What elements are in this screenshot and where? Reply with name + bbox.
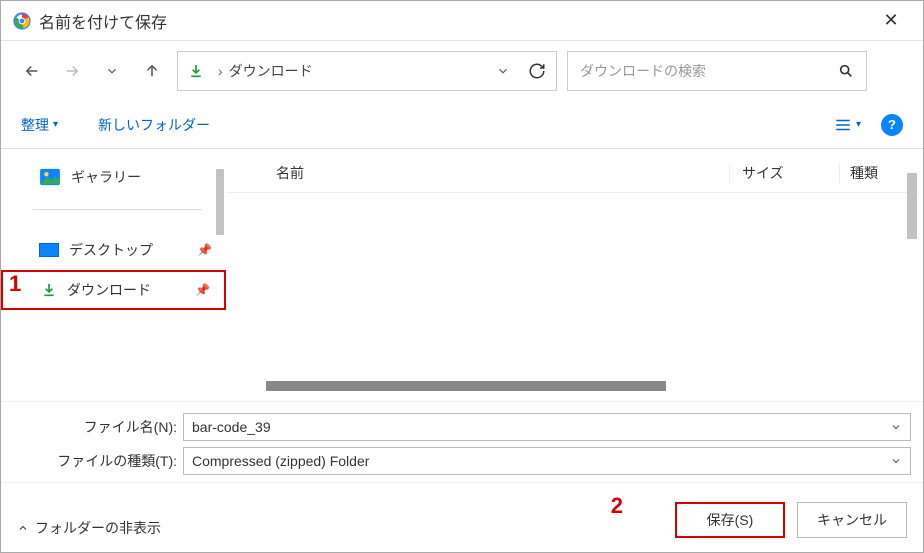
form-area: ファイル名(N): bar-code_39 ファイルの種類(T): Compre… bbox=[1, 401, 923, 482]
sidebar-item-label: ダウンロード bbox=[67, 280, 151, 300]
sidebar-divider bbox=[33, 209, 202, 210]
gallery-icon bbox=[39, 168, 61, 186]
sidebar: ギャラリー 1 デスクトップ 📌 ダウンロード 📌 bbox=[1, 149, 226, 401]
breadcrumb-separator: › bbox=[218, 63, 223, 79]
filename-value: bar-code_39 bbox=[192, 419, 890, 435]
main-area: ギャラリー 1 デスクトップ 📌 ダウンロード 📌 名前 サイズ 種類 bbox=[1, 149, 923, 401]
filetype-value: Compressed (zipped) Folder bbox=[192, 453, 890, 469]
column-headers: 名前 サイズ 種類 bbox=[226, 153, 919, 193]
up-button[interactable] bbox=[137, 56, 167, 86]
view-button[interactable]: ▾ bbox=[834, 118, 861, 132]
col-size[interactable]: サイズ bbox=[729, 163, 839, 183]
chevron-down-icon[interactable] bbox=[496, 64, 510, 78]
chrome-icon bbox=[13, 12, 31, 30]
download-icon bbox=[188, 63, 204, 79]
filetype-field[interactable]: Compressed (zipped) Folder bbox=[183, 447, 911, 475]
nav-row: › ダウンロード ダウンロードの検索 bbox=[1, 41, 923, 101]
window-title: 名前を付けて保存 bbox=[39, 9, 871, 33]
chevron-up-icon bbox=[17, 522, 29, 534]
file-scrollbar-horizontal[interactable] bbox=[266, 381, 666, 391]
sidebar-item-gallery[interactable]: ギャラリー bbox=[1, 157, 226, 197]
sidebar-item-downloads[interactable]: ダウンロード 📌 bbox=[1, 270, 226, 310]
close-button[interactable]: ✕ bbox=[871, 10, 911, 31]
pin-icon[interactable]: 📌 bbox=[197, 243, 212, 257]
dropdown-icon: ▾ bbox=[53, 119, 58, 130]
organize-button[interactable]: 整理 ▾ bbox=[21, 115, 58, 135]
refresh-button[interactable] bbox=[528, 62, 546, 80]
toolbar: 整理 ▾ 新しいフォルダー ▾ ? bbox=[1, 101, 923, 149]
titlebar: 名前を付けて保存 ✕ bbox=[1, 1, 923, 41]
chevron-down-icon[interactable] bbox=[890, 455, 902, 467]
desktop-icon bbox=[39, 243, 59, 257]
sidebar-item-label: ギャラリー bbox=[71, 167, 141, 187]
filename-label: ファイル名(N): bbox=[1, 417, 177, 437]
help-button[interactable]: ? bbox=[881, 114, 903, 136]
sidebar-item-label: デスクトップ bbox=[69, 240, 153, 260]
back-button[interactable] bbox=[17, 56, 47, 86]
sidebar-item-desktop[interactable]: デスクトップ 📌 bbox=[1, 230, 226, 270]
pin-icon[interactable]: 📌 bbox=[195, 283, 210, 297]
file-list[interactable] bbox=[226, 193, 919, 397]
download-icon bbox=[41, 282, 57, 298]
hide-folders-button[interactable]: フォルダーの非表示 bbox=[17, 518, 161, 538]
recent-button[interactable] bbox=[97, 56, 127, 86]
breadcrumb-current: ダウンロード bbox=[229, 61, 496, 81]
annotation-2: 2 bbox=[611, 493, 623, 519]
col-name[interactable]: 名前 bbox=[236, 163, 729, 183]
search-icon[interactable] bbox=[838, 63, 854, 79]
save-button[interactable]: 保存(S) bbox=[675, 502, 785, 538]
chevron-down-icon[interactable] bbox=[890, 421, 902, 433]
search-input[interactable]: ダウンロードの検索 bbox=[567, 51, 867, 91]
filetype-label: ファイルの種類(T): bbox=[1, 451, 177, 471]
path-box[interactable]: › ダウンロード bbox=[177, 51, 557, 91]
footer: フォルダーの非表示 2 保存(S) キャンセル bbox=[1, 482, 923, 552]
col-type[interactable]: 種類 bbox=[839, 163, 909, 183]
forward-button[interactable] bbox=[57, 56, 87, 86]
cancel-button[interactable]: キャンセル bbox=[797, 502, 907, 538]
search-placeholder: ダウンロードの検索 bbox=[580, 61, 838, 81]
new-folder-button[interactable]: 新しいフォルダー bbox=[98, 115, 210, 135]
dropdown-icon: ▾ bbox=[856, 119, 861, 130]
file-scrollbar-vertical[interactable] bbox=[907, 173, 917, 239]
file-pane: 名前 サイズ 種類 bbox=[226, 153, 919, 397]
filename-field[interactable]: bar-code_39 bbox=[183, 413, 911, 441]
